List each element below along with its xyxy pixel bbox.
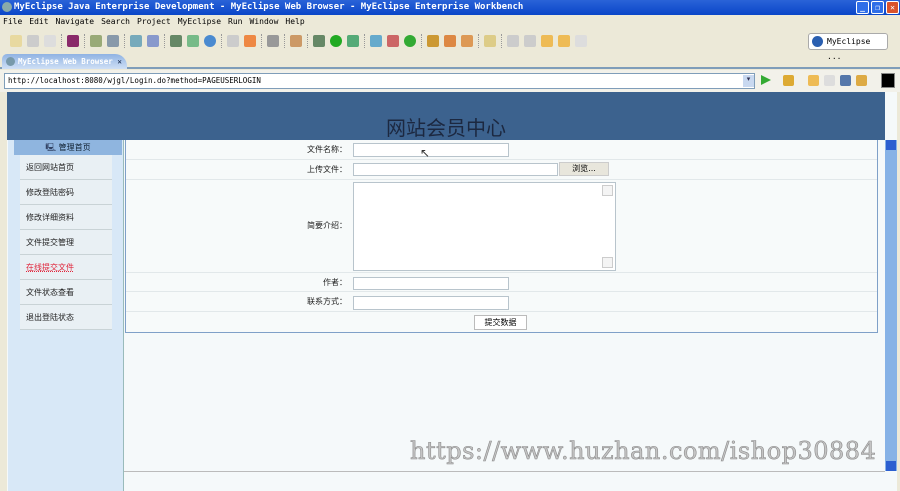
intro-textarea[interactable] (353, 182, 616, 271)
search-icon[interactable] (444, 35, 456, 47)
sidebar-item-file-status[interactable]: 文件状态查看 (20, 280, 112, 305)
menu-myeclipse[interactable]: MyEclipse (178, 15, 221, 29)
menu-project[interactable]: Project (137, 15, 171, 29)
perspective-switcher[interactable]: MyEclipse ... (808, 33, 888, 61)
toolbar (0, 30, 900, 52)
deploy-icon[interactable] (130, 35, 142, 47)
sidebar-item-change-password[interactable]: 修改登陆密码 (20, 180, 112, 205)
console-icon[interactable] (881, 73, 895, 88)
menu-window[interactable]: Window (250, 15, 279, 29)
computer-icon: 🖳 (45, 143, 59, 152)
print-icon[interactable] (44, 35, 56, 47)
author-label: 作者： (323, 278, 347, 287)
menu-file[interactable]: File (3, 15, 22, 29)
forward-icon[interactable] (575, 35, 587, 47)
open-type-icon[interactable] (427, 35, 439, 47)
new-g-icon[interactable] (404, 35, 416, 47)
minimize-button[interactable]: _ (856, 1, 869, 14)
browse-button[interactable]: 浏览... (559, 162, 609, 176)
back-icon[interactable] (808, 75, 819, 86)
new-package-icon[interactable] (387, 35, 399, 47)
close-window-button[interactable]: ✕ (886, 1, 899, 14)
menu-search[interactable]: Search (101, 15, 130, 29)
myeclipse-perspective-icon (812, 36, 823, 47)
divider (124, 471, 885, 472)
window-title: MyEclipse Java Enterprise Development - … (14, 2, 524, 12)
tab-web-browser[interactable]: MyEclipse Web Browser ✕ (2, 54, 127, 69)
scroll-up-arrow-icon[interactable] (886, 140, 896, 150)
tab-close-icon[interactable]: ✕ (117, 57, 122, 66)
debug-icon[interactable] (90, 35, 102, 47)
page-title: 网站会员中心 (386, 116, 506, 140)
server-icon[interactable] (107, 35, 119, 47)
tab-label: MyEclipse Web Browser (18, 57, 113, 66)
author-input[interactable] (353, 277, 509, 290)
sidebar-item-home[interactable]: 返回网站首页 (20, 155, 112, 180)
refresh-icon[interactable] (244, 35, 256, 47)
sidebar-item-submit-file[interactable]: 在线提交文件 (20, 255, 112, 280)
menu-run[interactable]: Run (228, 15, 242, 29)
upload-label: 上传文件： (307, 165, 347, 174)
run-icon[interactable] (330, 35, 342, 47)
sidebar-item-file-management[interactable]: 文件提交管理 (20, 230, 112, 255)
open-task-icon[interactable] (461, 35, 473, 47)
menu-navigate[interactable]: Navigate (56, 15, 95, 29)
next-annotation-icon[interactable] (507, 35, 519, 47)
menu-bar: File Edit Navigate Search Project MyEcli… (0, 15, 900, 29)
scroll-up-icon[interactable] (602, 185, 613, 196)
external-tools-icon[interactable] (347, 35, 359, 47)
contact-input[interactable] (353, 296, 509, 310)
contact-label: 联系方式： (307, 297, 347, 306)
stop-icon[interactable] (840, 75, 851, 86)
favorites-icon[interactable] (783, 75, 794, 86)
window-title-bar: MyEclipse Java Enterprise Development - … (0, 0, 900, 15)
folder-icon[interactable] (484, 35, 496, 47)
globe-icon (6, 57, 15, 66)
url-dropdown-icon[interactable]: ▾ (743, 75, 754, 87)
package-icon[interactable] (67, 35, 79, 47)
refresh-icon[interactable] (856, 75, 867, 86)
mouse-cursor-icon: ↖ (420, 146, 431, 160)
last-edit-icon[interactable] (541, 35, 553, 47)
app-icon (2, 2, 12, 12)
sidebar-item-logout[interactable]: 退出登陆状态 (20, 305, 112, 330)
upload-file-input[interactable] (353, 163, 558, 176)
scroll-down-arrow-icon[interactable] (886, 461, 896, 471)
menu-edit[interactable]: Edit (29, 15, 48, 29)
new-icon[interactable] (10, 35, 22, 47)
sidebar-header[interactable]: 🖳 管理首页 (14, 140, 122, 155)
prev-annotation-icon[interactable] (524, 35, 536, 47)
new-class-icon[interactable] (370, 35, 382, 47)
save-icon[interactable] (27, 35, 39, 47)
debug-run-icon[interactable] (313, 35, 325, 47)
back-icon[interactable] (558, 35, 570, 47)
terminal-icon[interactable] (267, 35, 279, 47)
vertical-scrollbar[interactable] (885, 140, 897, 471)
forward-icon[interactable] (824, 75, 835, 86)
submit-button[interactable]: 提交数据 (474, 315, 527, 330)
watermark: https://www.huzhan.com/ishop30884 (410, 437, 877, 466)
globe-icon[interactable] (204, 35, 216, 47)
tools-icon[interactable] (290, 35, 302, 47)
intro-label: 简要介绍： (307, 221, 347, 230)
file-name-label: 文件名称： (307, 145, 347, 154)
sidebar-header-label: 管理首页 (58, 143, 91, 152)
url-input[interactable]: http://localhost:8080/wjgl/Login.do?meth… (4, 73, 755, 89)
restore-button[interactable]: ❐ (871, 1, 884, 14)
go-icon[interactable] (761, 75, 771, 85)
wizard2-icon[interactable] (187, 35, 199, 47)
menu-help[interactable]: Help (285, 15, 304, 29)
scroll-down-icon[interactable] (602, 257, 613, 268)
deploy2-icon[interactable] (147, 35, 159, 47)
file-name-input[interactable] (353, 143, 509, 157)
editor-tab-row (0, 53, 900, 69)
open-icon[interactable] (227, 35, 239, 47)
wizard-icon[interactable] (170, 35, 182, 47)
sidebar-item-edit-profile[interactable]: 修改详细资料 (20, 205, 112, 230)
